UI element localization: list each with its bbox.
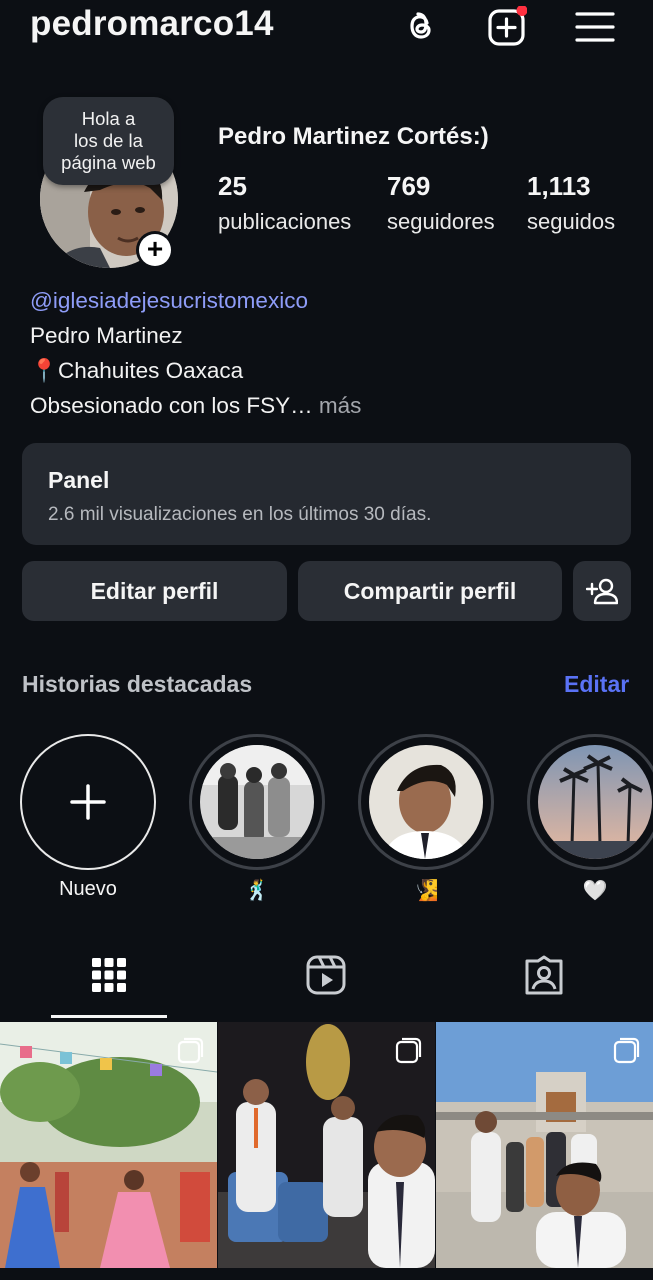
active-tab-indicator [51,1015,167,1018]
panel-title: Panel [48,467,110,493]
edit-profile-button[interactable]: Editar perfil [22,561,287,621]
bio-link[interactable]: @iglesiadejesucristomexico [30,288,308,314]
new-highlight-button[interactable] [20,734,156,870]
note-line: página web [61,152,156,173]
post-thumbnail[interactable] [0,1022,217,1268]
display-name: Pedro Martinez Cortés:) [218,123,489,150]
followers-count[interactable]: 769 [387,171,430,202]
plus-icon: + [139,234,171,266]
create-post-button[interactable] [487,5,528,46]
post-thumbnail[interactable] [218,1022,435,1268]
note-line: los de la [74,130,143,151]
create-post-icon [488,5,528,46]
carousel-icon [177,1037,204,1064]
highlight-item[interactable] [527,734,653,870]
highlight-cover [369,745,483,859]
tab-tagged[interactable] [521,952,567,998]
bio-location: 📍Chahuites Oaxaca [30,358,244,383]
highlight-cover [538,745,652,859]
bio-description: Obsesionado con los FSY… más [30,393,361,419]
carousel-icon [613,1037,640,1064]
reels-icon [306,955,346,995]
carousel-icon [395,1037,422,1064]
highlight-cover [200,745,314,859]
following-count[interactable]: 1,113 [527,171,591,202]
highlight-item[interactable] [358,734,494,870]
plus-icon [70,784,106,820]
add-person-icon [586,578,618,605]
post-thumbnail[interactable] [436,1022,653,1268]
following-label[interactable]: seguidos [527,209,615,235]
bio-description-text: Obsesionado con los FSY… [30,393,313,418]
grid-icon [92,958,126,992]
add-story-button[interactable]: + [136,231,174,269]
profile-username[interactable]: pedromarco14 [30,4,274,44]
note-line: Hola a [81,108,136,129]
professional-dashboard-panel[interactable]: Panel 2.6 mil visualizaciones en los últ… [22,443,631,545]
highlight-label: 🧏 [413,880,439,902]
share-profile-button[interactable]: Compartir perfil [298,561,562,621]
followers-label[interactable]: seguidores [387,209,495,235]
tab-reels[interactable] [303,952,349,998]
discover-people-button[interactable] [573,561,631,621]
posts-label[interactable]: publicaciones [218,209,351,235]
tagged-icon [525,955,563,995]
highlight-label: 🤍 [582,880,608,902]
highlight-label: 🕺 [244,880,270,902]
tab-posts-grid[interactable] [86,952,132,998]
threads-icon[interactable] [400,6,440,46]
highlight-item[interactable] [189,734,325,870]
menu-icon[interactable] [575,6,615,46]
panel-subtitle: 2.6 mil visualizaciones en los últimos 3… [48,504,432,525]
bio-name: Pedro Martinez [30,323,183,348]
profile-note-bubble[interactable]: Hola a los de la página web [43,97,174,185]
notification-dot [516,5,528,16]
highlights-edit-link[interactable]: Editar [564,671,629,698]
posts-count[interactable]: 25 [218,171,247,202]
bio-more-link[interactable]: más [313,393,362,418]
highlights-title: Historias destacadas [22,671,253,697]
new-highlight-label: Nuevo [59,878,117,900]
